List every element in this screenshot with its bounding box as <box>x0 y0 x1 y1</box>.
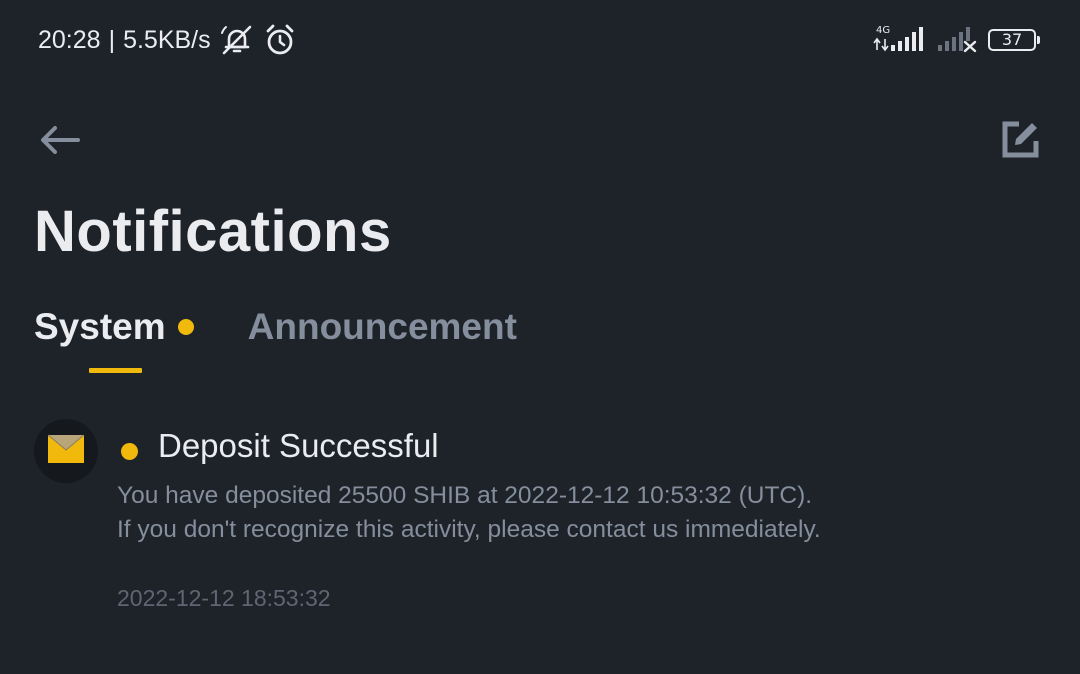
notification-body: You have deposited 25500 SHIB at 2022-12… <box>117 479 821 547</box>
status-time: 20:28 <box>38 25 101 54</box>
bell-muted-icon <box>219 24 255 56</box>
list-item[interactable]: Deposit Successful You have deposited 25… <box>0 415 1080 625</box>
alarm-icon <box>263 23 297 57</box>
active-tab-indicator <box>89 368 142 373</box>
back-button[interactable] <box>36 120 84 164</box>
status-separator: | <box>108 25 116 54</box>
status-bar-left: 20:28 | 5.5KB/s <box>38 22 297 58</box>
tab-announcement[interactable]: Announcement <box>248 306 517 348</box>
notification-timestamp: 2022-12-12 18:53:32 <box>117 585 331 611</box>
battery-icon: 37 <box>988 29 1040 51</box>
status-bar-right: 4G 37 <box>872 23 1040 58</box>
notification-tabs: System Announcement <box>34 306 517 386</box>
network-speed: 5.5KB/s <box>123 25 211 54</box>
notification-body-line: If you don't recognize this activity, pl… <box>117 516 821 543</box>
envelope-icon <box>47 434 85 469</box>
tab-system-label: System <box>34 306 166 347</box>
notification-body-line: You have deposited 25500 SHIB at 2022-12… <box>117 482 813 509</box>
network-type-label: 4G <box>876 25 890 36</box>
tab-system-unread-dot <box>177 319 194 335</box>
edit-button[interactable] <box>998 118 1044 164</box>
notification-title: Deposit Successful <box>158 427 439 464</box>
unread-dot <box>121 443 138 460</box>
battery-level: 37 <box>1001 30 1023 49</box>
tab-system[interactable]: System <box>34 306 194 373</box>
status-bar: 20:28 | 5.5KB/s 4G 37 <box>0 0 1080 80</box>
arrow-left-icon <box>38 124 82 161</box>
notification-avatar <box>34 419 98 483</box>
signal-no-service-icon <box>936 23 978 58</box>
signal-4g-icon: 4G <box>872 23 926 58</box>
tab-announcement-label: Announcement <box>247 306 517 347</box>
page-title: Notifications <box>34 199 392 264</box>
edit-icon <box>1001 119 1041 164</box>
